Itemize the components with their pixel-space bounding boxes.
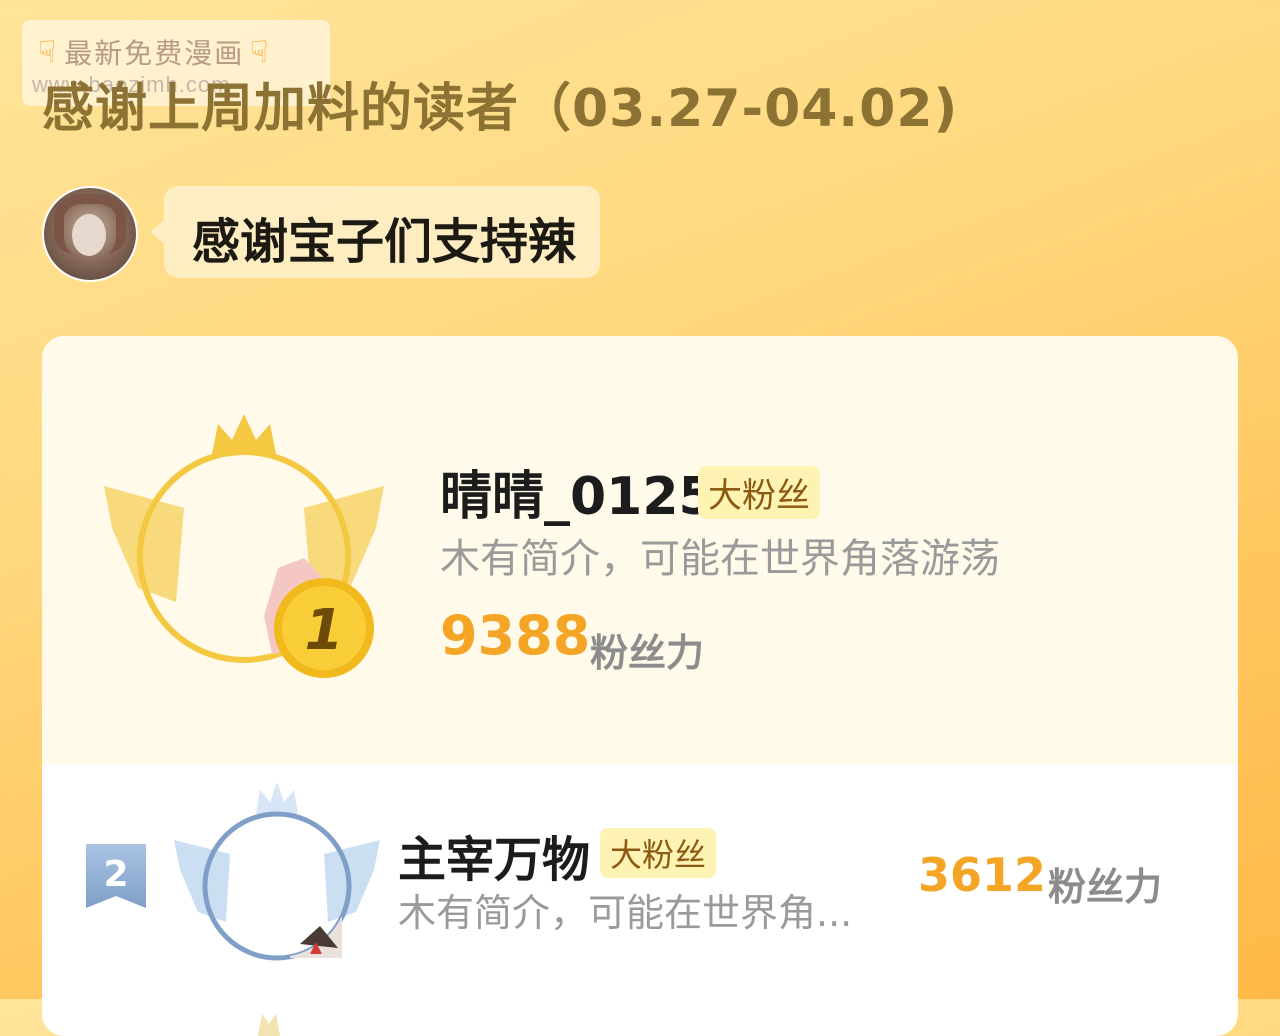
fan-power-label: 粉丝力 [1048,865,1163,909]
author-message: 感谢宝子们支持辣 [192,214,577,270]
crown-icon [258,1014,280,1036]
ranking-card: 1 晴晴_0125 大粉丝 木有简介，可能在世界角落游荡 9388 粉丝力 2 [42,336,1238,1036]
ranking-row-1[interactable]: 1 晴晴_0125 大粉丝 木有简介，可能在世界角落游荡 9388 粉丝力 [42,336,1238,764]
fan-level-badge: 大粉丝 [600,828,717,878]
pointing-hand-icon: ☟ [38,34,59,70]
author-avatar[interactable] [42,186,138,282]
page-title: 感谢上周加料的读者（03.27-04.02) [42,79,959,139]
fan-power-value: 9388 [440,604,591,667]
gold-crown-frame-icon: 1 [104,414,384,678]
rank-2-number: 2 [103,854,128,895]
rank-1-number: 1 [305,598,344,663]
user-name[interactable]: 主宰万物 [398,820,590,890]
user-bio: 木有简介，可能在世界角落游荡 [440,536,1000,582]
ranking-row-2[interactable]: 2 主宰万物 大粉丝 木有简介，可能在世界角... 3612 粉丝力 [42,764,1238,994]
fan-level-badge: 大粉丝 [698,466,820,519]
rank-2-ribbon-icon: 2 [86,844,146,908]
fan-power-value: 3612 [918,848,1047,902]
user-bio: 木有简介，可能在世界角... [398,891,853,935]
user-name[interactable]: 晴晴_0125 [440,454,715,529]
silver-crown-frame-icon [174,782,380,961]
author-message-bubble: 感谢宝子们支持辣 [150,186,600,278]
pointing-hand-icon: ☟ [250,34,271,70]
fan-power-label: 粉丝力 [590,631,705,675]
